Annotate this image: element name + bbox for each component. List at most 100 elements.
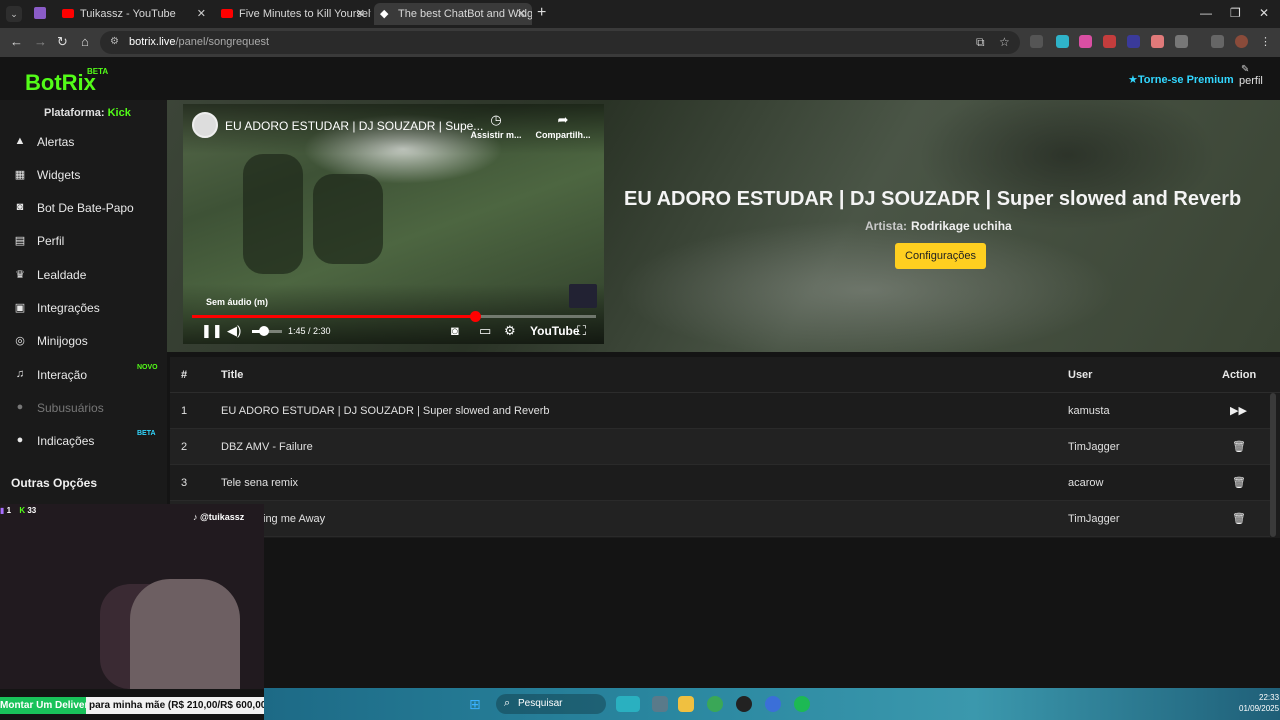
- pause-icon[interactable]: ❚❚: [201, 323, 223, 339]
- windows-start-icon[interactable]: ⊞: [469, 696, 485, 712]
- row-title: DBZ AMV - Failure: [221, 441, 313, 453]
- reload-icon[interactable]: ↻: [57, 34, 68, 50]
- youtube-logo[interactable]: YouTube: [530, 324, 580, 338]
- camera-icon[interactable]: ◙: [451, 323, 459, 338]
- progress-bar[interactable]: [192, 311, 596, 322]
- sidebar-item-widgets[interactable]: ▦ Widgets: [0, 160, 167, 190]
- window-close-icon[interactable]: ✕: [1259, 6, 1269, 20]
- row-number: 3: [181, 477, 188, 489]
- twitch-icon: ▮: [0, 506, 5, 515]
- app-header: BotRix BETA ★Torne-se Premium ✎ perfil: [0, 57, 1280, 100]
- fullscreen-icon[interactable]: ⛶: [577, 323, 586, 339]
- back-icon[interactable]: ←: [10, 34, 23, 49]
- volume-icon[interactable]: ◀): [227, 323, 241, 339]
- volume-slider[interactable]: [252, 326, 282, 336]
- extension-icon[interactable]: [1103, 35, 1116, 48]
- url-field[interactable]: ⚙ botrix.live/panel/songrequest ⧉ ☆: [100, 31, 1020, 54]
- tab-label: The best ChatBot and Widg: [398, 8, 532, 20]
- gear-icon[interactable]: ⚙: [504, 323, 516, 339]
- column-title: Title: [221, 369, 244, 381]
- youtube-player[interactable]: EU ADORO ESTUDAR | DJ SOUZADR | Supe... …: [183, 104, 604, 344]
- botrix-logo[interactable]: BotRix: [25, 70, 96, 96]
- trash-icon[interactable]: 🗑: [1232, 512, 1246, 525]
- system-clock[interactable]: 22:33 01/09/2025: [1239, 692, 1279, 714]
- video-figure: [313, 174, 383, 264]
- progress-handle[interactable]: [469, 311, 481, 322]
- sidebar-item-perfil[interactable]: ▤ Perfil: [0, 226, 167, 256]
- more-menu-icon[interactable]: ⋮: [1260, 35, 1273, 48]
- tab-botrix[interactable]: ◆ The best ChatBot and Widg ✕: [374, 3, 532, 25]
- chrome-icon[interactable]: [707, 696, 723, 712]
- table-header: # Title User Action: [170, 357, 1280, 393]
- spotify-icon[interactable]: [794, 696, 810, 712]
- new-tab-icon[interactable]: +: [537, 4, 546, 22]
- translate-icon[interactable]: ⧉: [976, 35, 985, 50]
- table-scrollbar[interactable]: [1270, 393, 1276, 537]
- extension-tab-icon[interactable]: [34, 7, 46, 19]
- sidebar-item-minijogos[interactable]: ◎ Minijogos: [0, 326, 167, 356]
- close-icon[interactable]: ✕: [517, 3, 526, 25]
- sidebar-item-alertas[interactable]: ▲ Alertas: [0, 127, 167, 157]
- plug-icon: ▣: [14, 302, 26, 314]
- tab-youtube-channel[interactable]: Tuikassz - YouTube ✕: [56, 3, 212, 25]
- watch-later-button[interactable]: ◷ Assistir m...: [466, 112, 526, 140]
- close-icon[interactable]: ✕: [356, 3, 365, 25]
- site-info-icon[interactable]: ⚙: [110, 36, 122, 48]
- youtube-icon: [221, 9, 233, 18]
- column-user: User: [1068, 369, 1093, 381]
- taskbar-app-icon[interactable]: [765, 696, 781, 712]
- extension-icons: ⋮: [1030, 35, 1280, 51]
- home-icon[interactable]: ⌂: [81, 34, 89, 49]
- close-icon[interactable]: ✕: [197, 3, 206, 25]
- sidebar-item-subusuarios[interactable]: ● Subusuários: [0, 393, 167, 423]
- skip-icon[interactable]: ▶▶: [1230, 404, 1247, 417]
- tab-search-button[interactable]: ⌄: [6, 6, 22, 22]
- sidebar-item-lealdade[interactable]: ♛ Lealdade: [0, 260, 167, 290]
- reading-list-icon[interactable]: [1211, 35, 1224, 48]
- subtitles-icon[interactable]: ▭: [479, 323, 491, 339]
- share-icon: ➦: [557, 112, 569, 127]
- minimize-icon[interactable]: —: [1200, 6, 1212, 20]
- sidebar-item-interacao[interactable]: ♫ Interação NOVO: [0, 360, 167, 390]
- goal-ticker-progress: para minha mãe (R$ 210,00/R$ 600,00): [86, 697, 270, 714]
- id-card-icon: ▤: [14, 235, 26, 247]
- settings-button[interactable]: Configurações: [895, 243, 986, 269]
- trash-icon[interactable]: 🗑: [1232, 440, 1246, 453]
- bookmark-star-icon[interactable]: ☆: [999, 35, 1010, 49]
- profile-avatar[interactable]: [1235, 35, 1248, 48]
- taskbar-search[interactable]: ⌕ Pesquisar: [496, 694, 606, 714]
- extension-icon[interactable]: [1030, 35, 1043, 48]
- taskbar-app-icon[interactable]: [652, 696, 668, 712]
- profile-link[interactable]: perfil: [1239, 75, 1263, 87]
- viewer-count: ▮ 1 K 33: [0, 506, 37, 515]
- youtube-icon: [62, 9, 74, 18]
- other-options-heading[interactable]: Outras Opções: [11, 476, 97, 490]
- sidebar-item-integracoes[interactable]: ▣ Integrações: [0, 293, 167, 323]
- maximize-icon[interactable]: ❐: [1230, 6, 1241, 20]
- trash-icon[interactable]: 🗑: [1232, 476, 1246, 489]
- channel-avatar[interactable]: [192, 112, 218, 138]
- puzzle-icon[interactable]: [1175, 35, 1188, 48]
- premium-link[interactable]: ★Torne-se Premium: [1128, 73, 1234, 86]
- obs-icon[interactable]: [736, 696, 752, 712]
- warning-icon: ▲: [14, 135, 26, 147]
- sidebar-item-chatbot[interactable]: ◙ Bot De Bate-Papo: [0, 193, 167, 223]
- tab-youtube-video[interactable]: Five Minutes to Kill Yourself Rel ✕: [215, 3, 371, 25]
- sidebar-item-indicacoes[interactable]: ● Indicações BETA: [0, 426, 167, 456]
- forward-icon[interactable]: →: [34, 34, 47, 49]
- taskbar-app-icon[interactable]: [616, 696, 640, 712]
- video-title[interactable]: EU ADORO ESTUDAR | DJ SOUZADR | Supe...: [225, 119, 483, 133]
- row-title: Tele sena remix: [221, 477, 299, 489]
- volume-handle[interactable]: [259, 326, 269, 336]
- extension-icon[interactable]: [1127, 35, 1140, 48]
- row-number: 2: [181, 441, 188, 453]
- gamepad-icon: ◎: [15, 335, 25, 347]
- folder-icon[interactable]: [678, 696, 694, 712]
- extension-icon[interactable]: [1151, 35, 1164, 48]
- robot-icon: ◙: [16, 201, 24, 213]
- extension-icon[interactable]: [1056, 35, 1069, 48]
- share-button[interactable]: ➦ Compartilh...: [533, 112, 593, 140]
- url-text[interactable]: botrix.live/panel/songrequest: [129, 36, 269, 48]
- channel-watermark[interactable]: [569, 284, 597, 308]
- extension-icon[interactable]: [1079, 35, 1092, 48]
